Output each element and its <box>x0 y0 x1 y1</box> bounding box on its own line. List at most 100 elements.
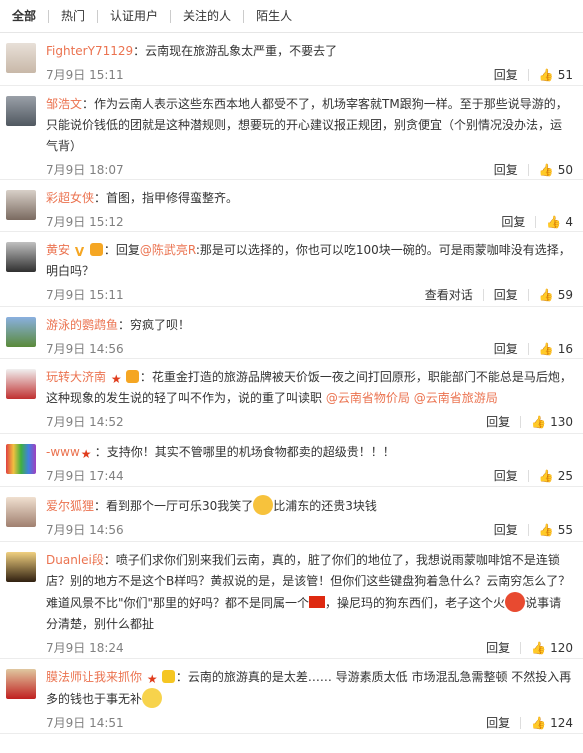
reply-button[interactable]: 回复 <box>484 164 529 176</box>
comment-time: 7月9日 14:56 <box>46 522 124 537</box>
star-icon: ★ <box>146 672 158 686</box>
reply-button[interactable]: 回复 <box>484 69 529 81</box>
comment-text-suffix: 比浦东的还贵3块钱 <box>273 499 377 513</box>
like-count: 124 <box>550 716 573 730</box>
comment-username[interactable]: 游泳的鹦鹉鱼 <box>46 318 118 332</box>
comment-item: Duanlei段：喷子们求你们别来我们云南，真的，脏了你们的地位了，我想说雨蒙咖… <box>0 542 583 659</box>
crown-icon <box>89 243 103 256</box>
tab-all[interactable]: 全部 <box>6 9 50 23</box>
thumbs-up-icon: 👍 <box>546 215 562 229</box>
comment-username[interactable]: 膜法师让我来抓你 <box>46 670 142 684</box>
comment-item: 邹浩文：作为云南人表示这些东西本地人都受不了，机场宰客就TM跟狗一样。至于那些说… <box>0 86 583 180</box>
like-count: 55 <box>557 523 573 537</box>
reply-button[interactable]: 回复 <box>476 717 522 729</box>
comment-time: 7月9日 17:44 <box>46 468 124 483</box>
like-button[interactable]: 👍 120 <box>521 642 573 654</box>
thumbs-up-icon: 👍 <box>538 163 554 177</box>
reply-button[interactable]: 回复 <box>484 524 529 536</box>
like-button[interactable]: 👍 50 <box>529 164 573 176</box>
tab-verified[interactable]: 认证用户 <box>98 9 172 23</box>
angry-emoji-icon <box>505 592 526 612</box>
verified-v-icon: V <box>74 245 85 259</box>
comment-text-prefix: ：回复 <box>103 243 140 257</box>
comment-item: 游泳的鹦鹉鱼：穷疯了呗！ 7月9日 14:56 回复 👍 16 <box>0 307 583 359</box>
comment-text: ：作为云南人表示这些东西本地人都受不了，机场宰客就TM跟狗一样。至于那些说导游的… <box>46 97 568 153</box>
like-count: 4 <box>565 215 573 229</box>
comment-text-mid: ，操尼玛的狗东西们，老子这个火 <box>325 596 506 610</box>
star-icon: ★ <box>110 372 122 386</box>
comment-time: 7月9日 14:51 <box>46 715 124 730</box>
like-count: 25 <box>557 469 573 483</box>
like-button[interactable]: 👍 130 <box>521 416 573 428</box>
comment-item: -www★ ：支持你！其实不管哪里的机场食物都卖的超级贵！！！ 7月9日 17:4… <box>0 434 583 487</box>
comment-item: 爱尔狐狸：看到那个一厅可乐30我笑了 比浦东的还贵3块钱 7月9日 14:56 回… <box>0 487 583 542</box>
comment-text: ：支持你！其实不管哪里的机场食物都卖的超级贵！！！ <box>94 445 395 459</box>
mention-link[interactable]: @云南省旅游局 <box>414 391 498 405</box>
comment-username[interactable]: 彩超女侠 <box>46 191 94 205</box>
medal-icon <box>161 670 175 683</box>
like-button[interactable]: 👍 55 <box>529 524 573 536</box>
reply-button[interactable]: 回复 <box>476 416 522 428</box>
comment-username[interactable]: 玩转大济南 <box>46 370 106 384</box>
avatar[interactable] <box>6 444 36 474</box>
comment-time: 7月9日 18:07 <box>46 162 124 177</box>
comment-time: 7月9日 14:52 <box>46 414 124 429</box>
comment-text: ：穷疯了呗！ <box>118 318 191 332</box>
like-button[interactable]: 👍 59 <box>529 289 573 301</box>
avatar[interactable] <box>6 190 36 220</box>
like-button[interactable]: 👍 25 <box>529 470 573 482</box>
like-count: 59 <box>557 288 573 302</box>
like-count: 50 <box>557 163 573 177</box>
reply-button[interactable]: 回复 <box>476 642 522 654</box>
comment-list: FighterY71129：云南现在旅游乱象太严重，不要去了 7月9日 15:1… <box>0 33 583 734</box>
avatar[interactable] <box>6 497 36 527</box>
like-button[interactable]: 👍 124 <box>521 717 573 729</box>
comment-username[interactable]: Duanlei段 <box>46 553 104 567</box>
thumbs-up-icon: 👍 <box>538 469 554 483</box>
china-flag-icon <box>309 596 326 608</box>
comment-time: 7月9日 15:11 <box>46 67 124 82</box>
comment-text: ：看到那个一厅可乐30我笑了 <box>94 499 254 513</box>
thumbs-up-icon: 👍 <box>531 716 547 730</box>
comment-text: ：首图，指甲修得蛮整齐。 <box>94 191 239 205</box>
thumbs-up-icon: 👍 <box>538 342 554 356</box>
reply-button[interactable]: 回复 <box>484 470 529 482</box>
comment-username[interactable]: 黄安 <box>46 243 70 257</box>
smile-emoji-icon <box>142 688 163 708</box>
tab-hot[interactable]: 热门 <box>49 9 99 23</box>
thumbs-up-icon: 👍 <box>531 641 547 655</box>
laughing-emoji-icon <box>253 495 274 515</box>
comment-username[interactable]: FighterY71129 <box>46 44 133 58</box>
avatar[interactable] <box>6 552 36 582</box>
comment-username[interactable]: 邹浩文 <box>46 97 82 111</box>
like-count: 16 <box>557 342 573 356</box>
avatar[interactable] <box>6 96 36 126</box>
like-count: 51 <box>557 68 573 82</box>
thumbs-up-icon: 👍 <box>538 288 554 302</box>
comment-text: ：云南现在旅游乱象太严重，不要去了 <box>133 44 338 58</box>
comment-item: 黄安 V ：回复@陈武亮R:那是可以选择的，你也可以吃100块一碗的。可是雨蒙咖啡… <box>0 232 583 307</box>
fan-badge-icon <box>125 370 139 383</box>
comment-username[interactable]: 爱尔狐狸 <box>46 499 94 513</box>
avatar[interactable] <box>6 369 36 399</box>
like-button[interactable]: 👍 51 <box>529 69 573 81</box>
view-thread-button[interactable]: 查看对话 <box>415 289 484 301</box>
star-icon: ★ <box>80 447 92 461</box>
avatar[interactable] <box>6 242 36 272</box>
mention-link[interactable]: @陈武亮R <box>140 243 196 257</box>
comment-username[interactable]: -www <box>46 445 80 459</box>
thumbs-up-icon: 👍 <box>538 68 554 82</box>
avatar[interactable] <box>6 43 36 73</box>
avatar[interactable] <box>6 669 36 699</box>
tab-strangers[interactable]: 陌生人 <box>244 9 304 23</box>
comment-item: 玩转大济南 ★ ：花重金打造的旅游品牌被天价饭一夜之间打回原形，职能部门不能总是马… <box>0 359 583 434</box>
comment-time: 7月9日 15:11 <box>46 287 124 302</box>
like-button[interactable]: 👍 16 <box>529 343 573 355</box>
like-button[interactable]: 👍 4 <box>536 216 573 228</box>
tab-following[interactable]: 关注的人 <box>171 9 245 23</box>
reply-button[interactable]: 回复 <box>484 343 529 355</box>
reply-button[interactable]: 回复 <box>484 289 529 301</box>
reply-button[interactable]: 回复 <box>491 216 537 228</box>
mention-link[interactable]: @云南省物价局 <box>326 391 410 405</box>
avatar[interactable] <box>6 317 36 347</box>
